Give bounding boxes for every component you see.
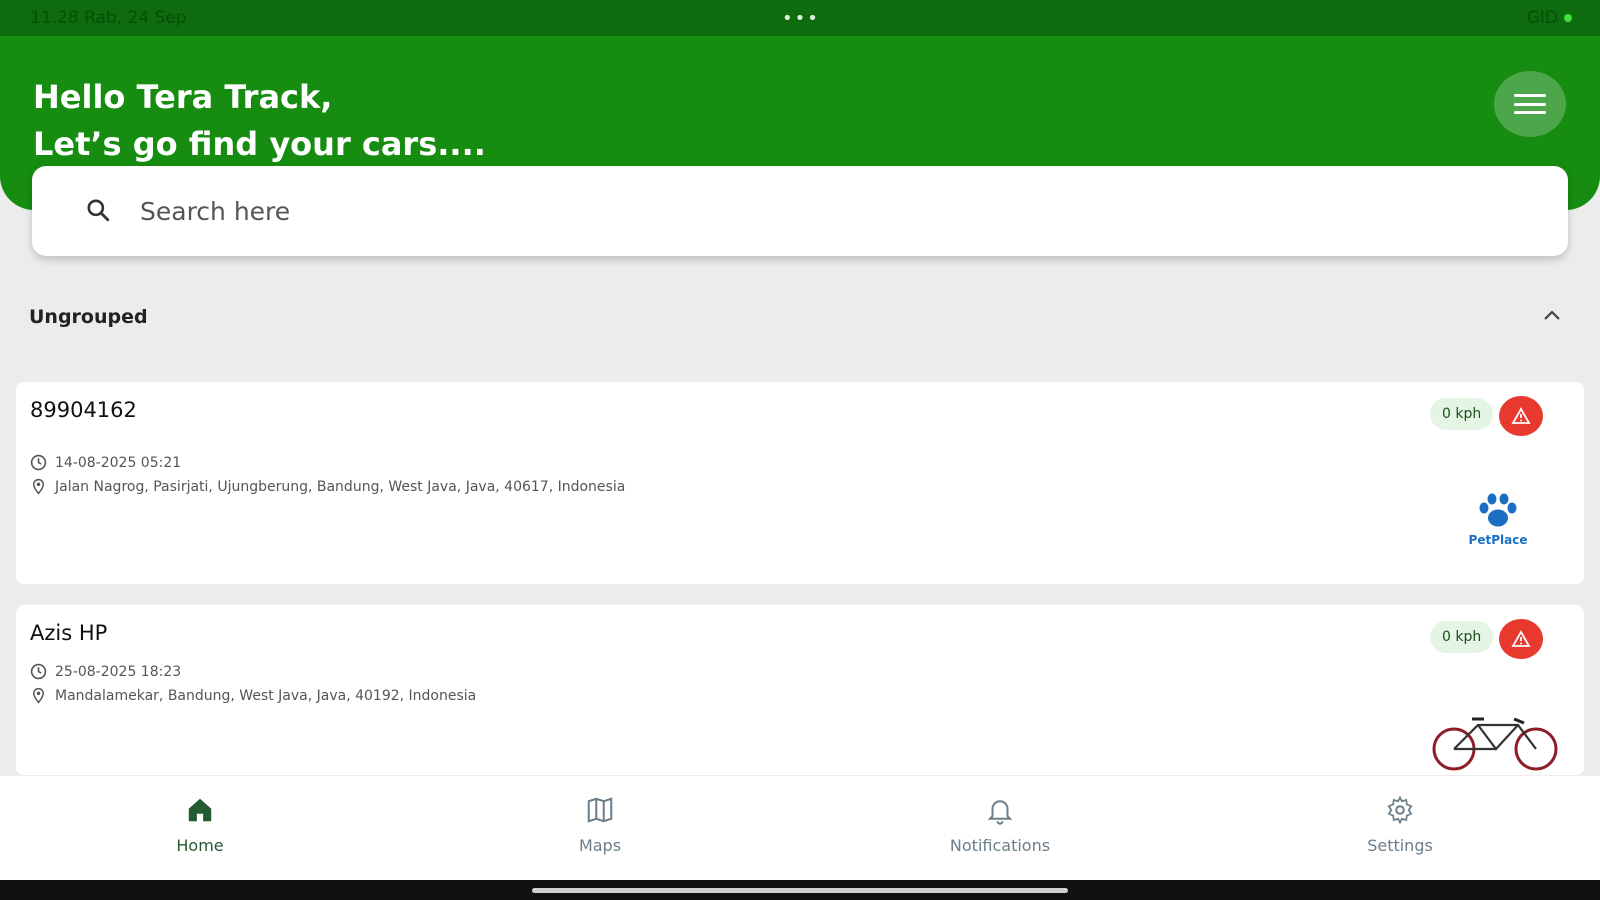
bottom-navigation: Home Maps Notifications Settings — [0, 776, 1600, 880]
nav-settings-label: Settings — [1367, 836, 1433, 855]
status-time: 11.28 Rab, 24 Sep — [30, 8, 187, 28]
group-label: Ungrouped — [29, 306, 148, 328]
vehicle-name: 89904162 — [30, 398, 137, 422]
nav-home[interactable]: Home — [100, 794, 300, 855]
nav-maps-label: Maps — [578, 836, 622, 855]
warning-icon — [1511, 407, 1531, 424]
search-input[interactable] — [140, 186, 1520, 236]
nav-notifications-label: Notifications — [949, 836, 1051, 855]
map-icon — [587, 797, 613, 823]
status-right-text: GID — [1526, 8, 1558, 28]
search-icon — [87, 199, 110, 222]
vehicle-logo: PetPlace — [1462, 492, 1534, 547]
greeting-line-1: Hello Tera Track, — [33, 78, 333, 116]
bell-icon — [987, 800, 1013, 825]
menu-button[interactable] — [1494, 71, 1566, 137]
alert-button[interactable] — [1499, 396, 1543, 436]
home-indicator[interactable] — [532, 888, 1068, 893]
clock-icon — [30, 663, 47, 680]
group-header[interactable]: Ungrouped — [0, 296, 1600, 342]
location-pin-icon — [32, 478, 45, 495]
speed-badge: 0 kph — [1430, 621, 1494, 653]
nav-home-label: Home — [176, 836, 224, 855]
warning-icon — [1511, 630, 1531, 647]
chevron-up-icon[interactable] — [1542, 308, 1562, 322]
vehicle-card[interactable]: Azis HP 25-08-2025 18:23 Mandalamekar, B… — [16, 605, 1584, 775]
status-bar: 11.28 Rab, 24 Sep ••• GID — [0, 0, 1600, 36]
gear-icon — [1387, 795, 1413, 825]
vehicle-timestamp: 14-08-2025 05:21 — [55, 454, 182, 471]
nav-notifications[interactable]: Notifications — [900, 794, 1100, 855]
vehicle-card[interactable]: 89904162 14-08-2025 05:21 Jalan Nagrog, … — [16, 382, 1584, 584]
search-bar[interactable] — [32, 166, 1568, 256]
nav-maps[interactable]: Maps — [500, 794, 700, 855]
vehicle-address-row: Mandalamekar, Bandung, West Java, Java, … — [30, 687, 476, 704]
vehicle-time-row: 14-08-2025 05:21 — [30, 454, 181, 471]
vehicle-address: Jalan Nagrog, Pasirjati, Ujungberung, Ba… — [55, 478, 626, 495]
location-pin-icon — [32, 687, 45, 704]
vehicle-address: Mandalamekar, Bandung, West Java, Java, … — [55, 687, 477, 704]
multitask-dots[interactable]: ••• — [782, 8, 820, 29]
alert-button[interactable] — [1499, 619, 1543, 659]
vehicle-logo-text: PetPlace — [1468, 533, 1528, 547]
speed-badge: 0 kph — [1430, 398, 1494, 430]
home-icon — [188, 798, 212, 822]
bicycle-icon — [1432, 717, 1558, 771]
paw-icon — [1479, 493, 1517, 527]
clock-icon — [30, 454, 47, 471]
greeting: Hello Tera Track, Let’s go find your car… — [33, 74, 486, 168]
nav-settings[interactable]: Settings — [1300, 794, 1500, 855]
hamburger-icon — [1514, 94, 1546, 114]
vehicle-timestamp: 25-08-2025 18:23 — [55, 663, 182, 680]
vehicle-name: Azis HP — [30, 621, 108, 645]
vehicle-time-row: 25-08-2025 18:23 — [30, 663, 181, 680]
status-icons: GID — [1527, 8, 1572, 28]
status-dot-icon — [1564, 14, 1572, 22]
vehicle-address-row: Jalan Nagrog, Pasirjati, Ujungberung, Ba… — [30, 478, 625, 495]
greeting-line-2: Let’s go find your cars.... — [33, 125, 486, 163]
